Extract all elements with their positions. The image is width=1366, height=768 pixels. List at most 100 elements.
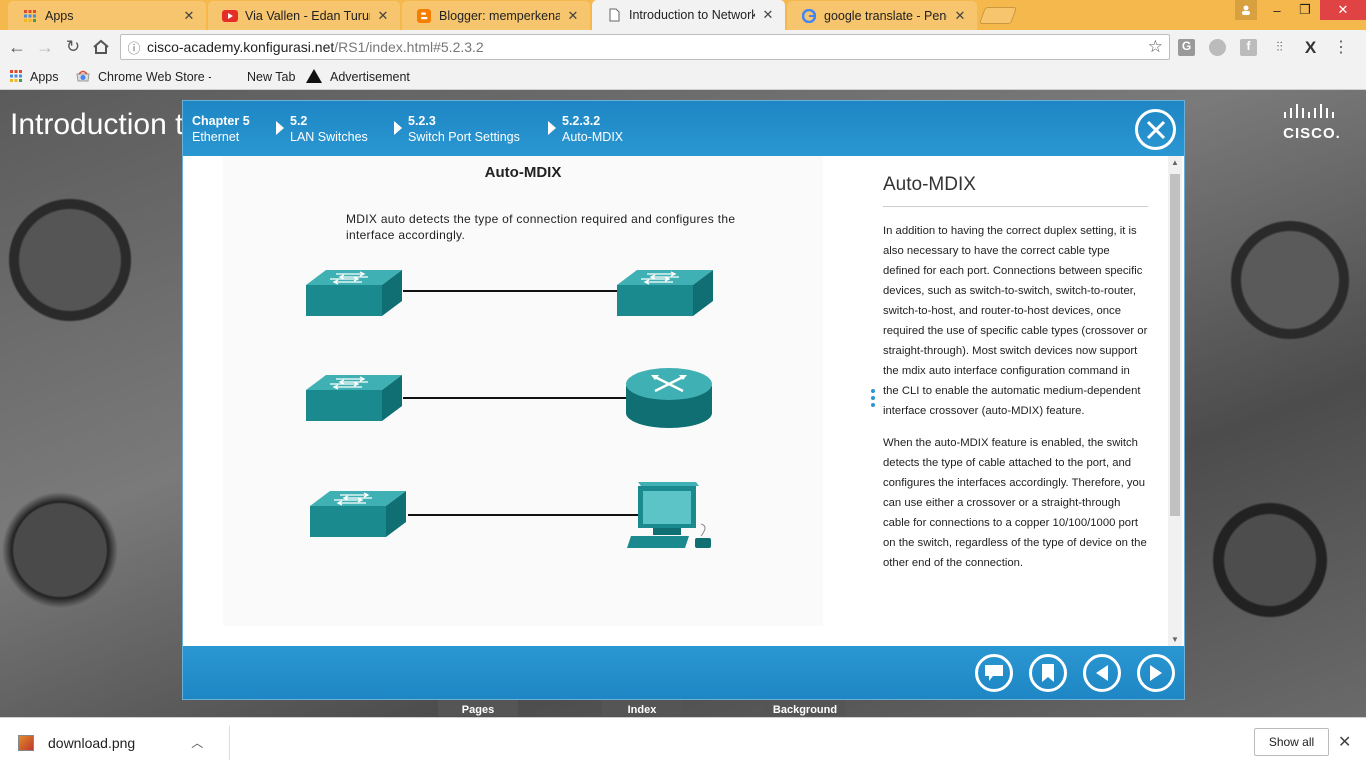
breadcrumb-label: Auto-MDIX — [562, 130, 624, 144]
index-tab-label: Index — [627, 704, 657, 716]
content-scrollbar[interactable]: ▲ ▼ — [1168, 156, 1182, 646]
tab-title: Introduction to Networks — [629, 8, 755, 22]
vpn-extension-icon[interactable] — [1209, 38, 1226, 56]
breadcrumb-number: 5.2.3 — [408, 114, 436, 128]
document-icon — [606, 7, 622, 23]
pages-tab-label: Pages — [461, 704, 495, 716]
extension-icons: G f ⫶⫶ X ⋮ — [1178, 38, 1349, 56]
profile-icon[interactable] — [1235, 0, 1257, 20]
close-tab-icon[interactable]: ✕ — [182, 8, 196, 24]
bookmark-label: Chrome Web Store - — [98, 70, 211, 84]
tab-title: google translate - Penelu — [824, 8, 947, 23]
download-filename: download.png — [48, 734, 136, 751]
breadcrumb-page[interactable]: 5.2.3.2 Auto-MDIX — [562, 113, 623, 145]
address-bar[interactable]: ⓘ cisco-academy.konfigurasi.net /RS1/ind… — [120, 34, 1170, 60]
scroll-down-icon[interactable]: ▼ — [1171, 635, 1179, 644]
google-icon — [801, 8, 817, 24]
maximize-button[interactable]: ❐ — [1292, 0, 1318, 20]
breadcrumb-number: 5.2.3.2 — [562, 114, 601, 128]
close-window-button[interactable]: ✕ — [1320, 0, 1366, 20]
pc-icon — [627, 482, 711, 548]
bookmark-button[interactable] — [1029, 654, 1067, 692]
router-icon — [626, 368, 712, 428]
cisco-logo: CISCO. — [1282, 104, 1342, 142]
apps-grid-icon — [22, 8, 38, 24]
facebook-extension-icon[interactable]: f — [1240, 38, 1257, 56]
grammarly-extension-icon[interactable]: G — [1178, 38, 1195, 56]
bookmark-label: Advertisement — [330, 70, 410, 84]
bookmark-new-tab[interactable]: New Tab — [247, 68, 295, 86]
auto-mdix-figure: Auto-MDIX MDIX auto detects the type of … — [223, 156, 823, 626]
apps-grid-icon — [10, 69, 22, 85]
comment-button[interactable] — [975, 654, 1013, 692]
breadcrumb-arrow-icon — [394, 121, 402, 135]
url-host: cisco-academy.konfigurasi.net — [147, 39, 335, 55]
tab-title: Via Vallen - Edan Turun ( — [245, 8, 370, 23]
tab-apps[interactable]: Apps ✕ — [8, 1, 206, 30]
content-paragraph-1: In addition to having the correct duplex… — [883, 225, 1148, 417]
forward-button[interactable]: → — [34, 36, 56, 58]
bookmark-chrome-web-store[interactable]: Chrome Web Store - — [76, 68, 211, 86]
breadcrumb-topic[interactable]: 5.2.3 Switch Port Settings — [408, 113, 520, 145]
content-paragraph-2: When the auto-MDIX feature is enabled, t… — [883, 437, 1147, 569]
image-file-icon — [18, 734, 34, 751]
scrollbar-thumb[interactable] — [1170, 174, 1180, 516]
scroll-up-icon[interactable]: ▲ — [1171, 158, 1179, 167]
drag-handle-icon[interactable] — [871, 389, 877, 410]
youtube-icon — [222, 8, 238, 24]
x-extension-icon[interactable]: X — [1302, 39, 1319, 56]
switch-icon — [305, 269, 403, 317]
menu-icon[interactable]: ⋮ — [1333, 39, 1349, 56]
cisco-logo-text: CISCO. — [1283, 125, 1341, 142]
breadcrumb-label: Ethernet — [192, 130, 240, 144]
close-tab-icon[interactable]: ✕ — [376, 8, 390, 24]
browser-toolbar: ← → ↻ ⓘ cisco-academy.konfigurasi.net /R… — [0, 30, 1366, 64]
bookmark-label: New Tab — [247, 70, 296, 84]
tab-strip: Apps ✕ Via Vallen - Edan Turun ( ✕ Blogg… — [0, 0, 1366, 30]
content-title: Auto-MDIX — [883, 174, 1148, 207]
breadcrumb-number: Chapter 5 — [192, 114, 250, 128]
close-tab-icon[interactable]: ✕ — [953, 8, 967, 24]
breadcrumb-number: 5.2 — [290, 114, 308, 128]
bookmark-apps[interactable]: Apps — [10, 68, 59, 86]
triangle-icon — [306, 68, 322, 86]
breadcrumb-section[interactable]: 5.2 LAN Switches — [290, 113, 368, 145]
tab-blogger[interactable]: Blogger: memperkenalka ✕ — [402, 1, 590, 30]
url-path: /RS1/index.html#5.2.3.2 — [334, 39, 484, 55]
chrome-store-icon — [76, 70, 90, 85]
close-modal-button[interactable] — [1135, 109, 1176, 150]
reload-button[interactable]: ↻ — [62, 36, 84, 58]
info-icon[interactable]: ⓘ — [121, 38, 147, 57]
arrow-left-icon — [1096, 665, 1108, 681]
tab-title: Apps — [45, 8, 74, 23]
bookmark-advertisement[interactable]: Advertisement — [306, 68, 410, 86]
download-item[interactable]: download.png ︿ — [18, 734, 203, 751]
tab-google-translate[interactable]: google translate - Penelu ✕ — [787, 1, 977, 30]
equalizer-extension-icon[interactable]: ⫶⫶ — [1271, 39, 1288, 56]
close-tab-icon[interactable]: ✕ — [761, 7, 775, 23]
breadcrumb-chapter[interactable]: Chapter 5 Ethernet — [192, 113, 250, 145]
tab-introduction-to-networks[interactable]: Introduction to Networks ✕ — [592, 0, 785, 30]
close-tab-icon[interactable]: ✕ — [566, 8, 580, 24]
show-all-button[interactable]: Show all — [1254, 728, 1329, 756]
switch-icon — [305, 374, 403, 422]
tab-youtube[interactable]: Via Vallen - Edan Turun ( ✕ — [208, 1, 400, 30]
previous-button[interactable] — [1083, 654, 1121, 692]
bookmark-label: Apps — [30, 70, 59, 84]
download-divider — [229, 726, 230, 760]
minimize-button[interactable]: – — [1264, 0, 1290, 20]
bookmark-icon — [1042, 664, 1054, 682]
downloads-bar: download.png ︿ Show all ✕ — [0, 717, 1366, 768]
breadcrumb-arrow-icon — [548, 121, 556, 135]
background-tab-label: Background — [772, 704, 838, 716]
course-page: Introduction t CISCO. Pages Index Backgr… — [0, 90, 1366, 717]
back-button[interactable]: ← — [6, 36, 28, 58]
bookmark-star-icon[interactable]: ☆ — [1148, 37, 1163, 57]
modal-body: Auto-MDIX MDIX auto detects the type of … — [183, 156, 1184, 646]
home-button[interactable] — [90, 36, 112, 58]
tab-title: Blogger: memperkenalka — [439, 8, 560, 23]
close-downloads-icon[interactable]: ✕ — [1338, 732, 1351, 752]
next-button[interactable] — [1137, 654, 1175, 692]
new-tab-button[interactable] — [978, 7, 1018, 24]
chevron-up-icon[interactable]: ︿ — [191, 734, 203, 751]
